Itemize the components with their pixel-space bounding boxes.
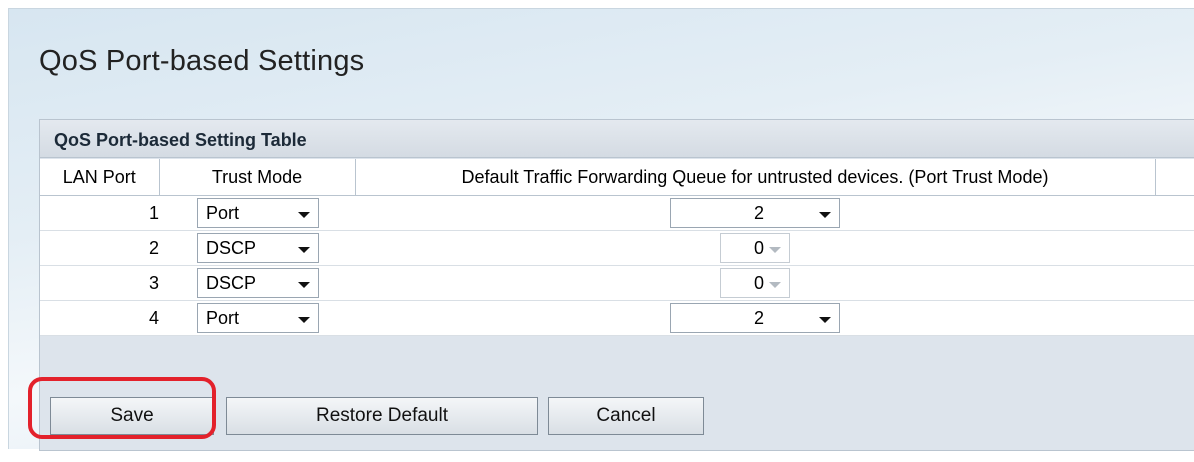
queue-value: 2 xyxy=(753,308,764,328)
column-header-spacer xyxy=(1155,159,1194,196)
queue-value: 0 xyxy=(753,238,764,258)
chevron-down-icon xyxy=(298,282,310,288)
queue-select: 0 xyxy=(720,233,790,263)
lan-port-number: 2 xyxy=(40,230,159,266)
save-highlight-annotation xyxy=(28,377,216,439)
trust-mode-select[interactable]: DSCP xyxy=(197,233,319,263)
chevron-down-icon xyxy=(298,212,310,218)
trust-mode-select[interactable]: Port xyxy=(197,303,319,333)
lan-port-number: 4 xyxy=(40,300,159,336)
trust-mode-value: Port xyxy=(206,203,240,223)
qos-port-table: LAN Port Trust Mode Default Traffic Forw… xyxy=(40,159,1194,336)
trust-mode-value: DSCP xyxy=(206,238,257,258)
column-header-trust-mode: Trust Mode xyxy=(159,159,356,196)
table-row: 1 Port 2 xyxy=(40,195,1194,231)
chevron-down-icon xyxy=(298,247,310,253)
column-header-default-queue: Default Traffic Forwarding Queue for unt… xyxy=(355,159,1156,196)
trust-mode-value: DSCP xyxy=(206,273,257,293)
chevron-down-icon xyxy=(819,212,831,218)
column-header-lan-port: LAN Port xyxy=(40,159,160,196)
table-row: 2 DSCP 0 xyxy=(40,230,1194,266)
trust-mode-value: Port xyxy=(206,308,240,328)
restore-default-button[interactable]: Restore Default xyxy=(226,397,538,435)
trust-mode-select[interactable]: DSCP xyxy=(197,268,319,298)
table-row: 4 Port 2 xyxy=(40,300,1194,336)
cancel-button[interactable]: Cancel xyxy=(548,397,704,435)
queue-value: 0 xyxy=(753,273,764,293)
queue-select: 0 xyxy=(720,268,790,298)
chevron-down-icon xyxy=(769,247,781,253)
table-row: 3 DSCP 0 xyxy=(40,265,1194,301)
queue-value: 2 xyxy=(753,203,764,223)
chevron-down-icon xyxy=(769,282,781,288)
queue-select[interactable]: 2 xyxy=(670,198,840,228)
queue-select[interactable]: 2 xyxy=(670,303,840,333)
table-header-row: LAN Port Trust Mode Default Traffic Forw… xyxy=(40,159,1194,196)
lan-port-number: 1 xyxy=(40,195,159,231)
chevron-down-icon xyxy=(819,317,831,323)
page-title: QoS Port-based Settings xyxy=(39,45,365,77)
table-caption: QoS Port-based Setting Table xyxy=(40,120,1194,158)
lan-port-number: 3 xyxy=(40,265,159,301)
trust-mode-select[interactable]: Port xyxy=(197,198,319,228)
chevron-down-icon xyxy=(298,317,310,323)
